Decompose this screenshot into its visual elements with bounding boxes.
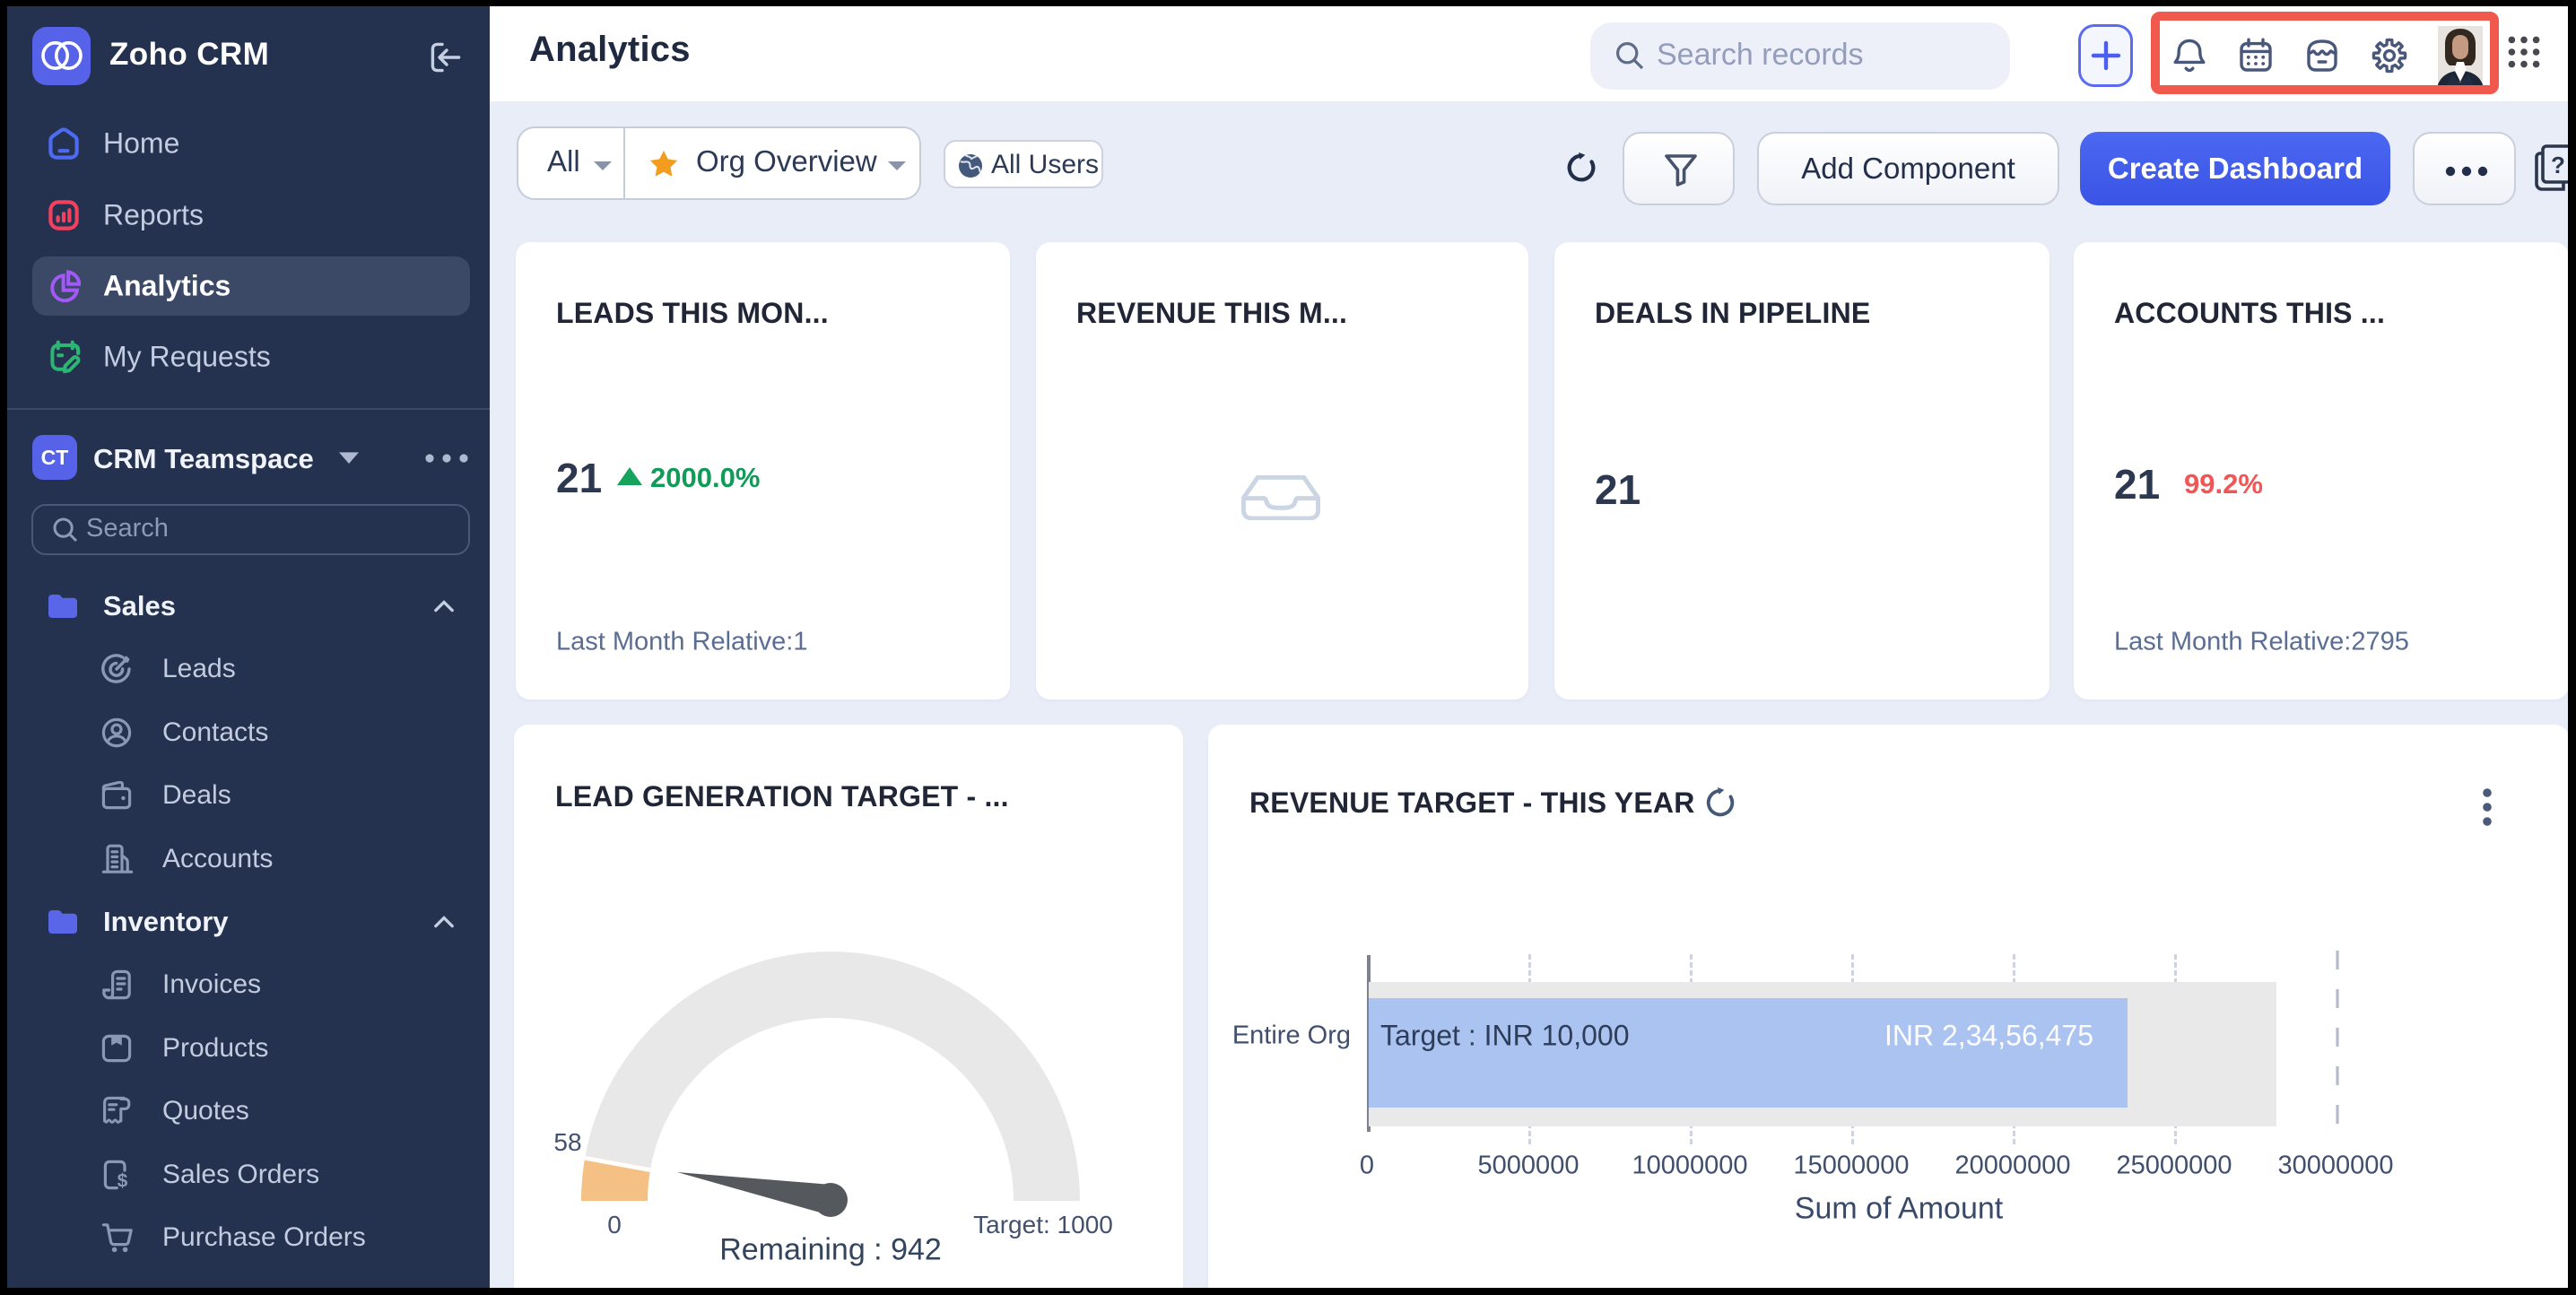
svg-text:$: $ xyxy=(117,1171,128,1190)
svg-text:?: ? xyxy=(2551,152,2565,178)
